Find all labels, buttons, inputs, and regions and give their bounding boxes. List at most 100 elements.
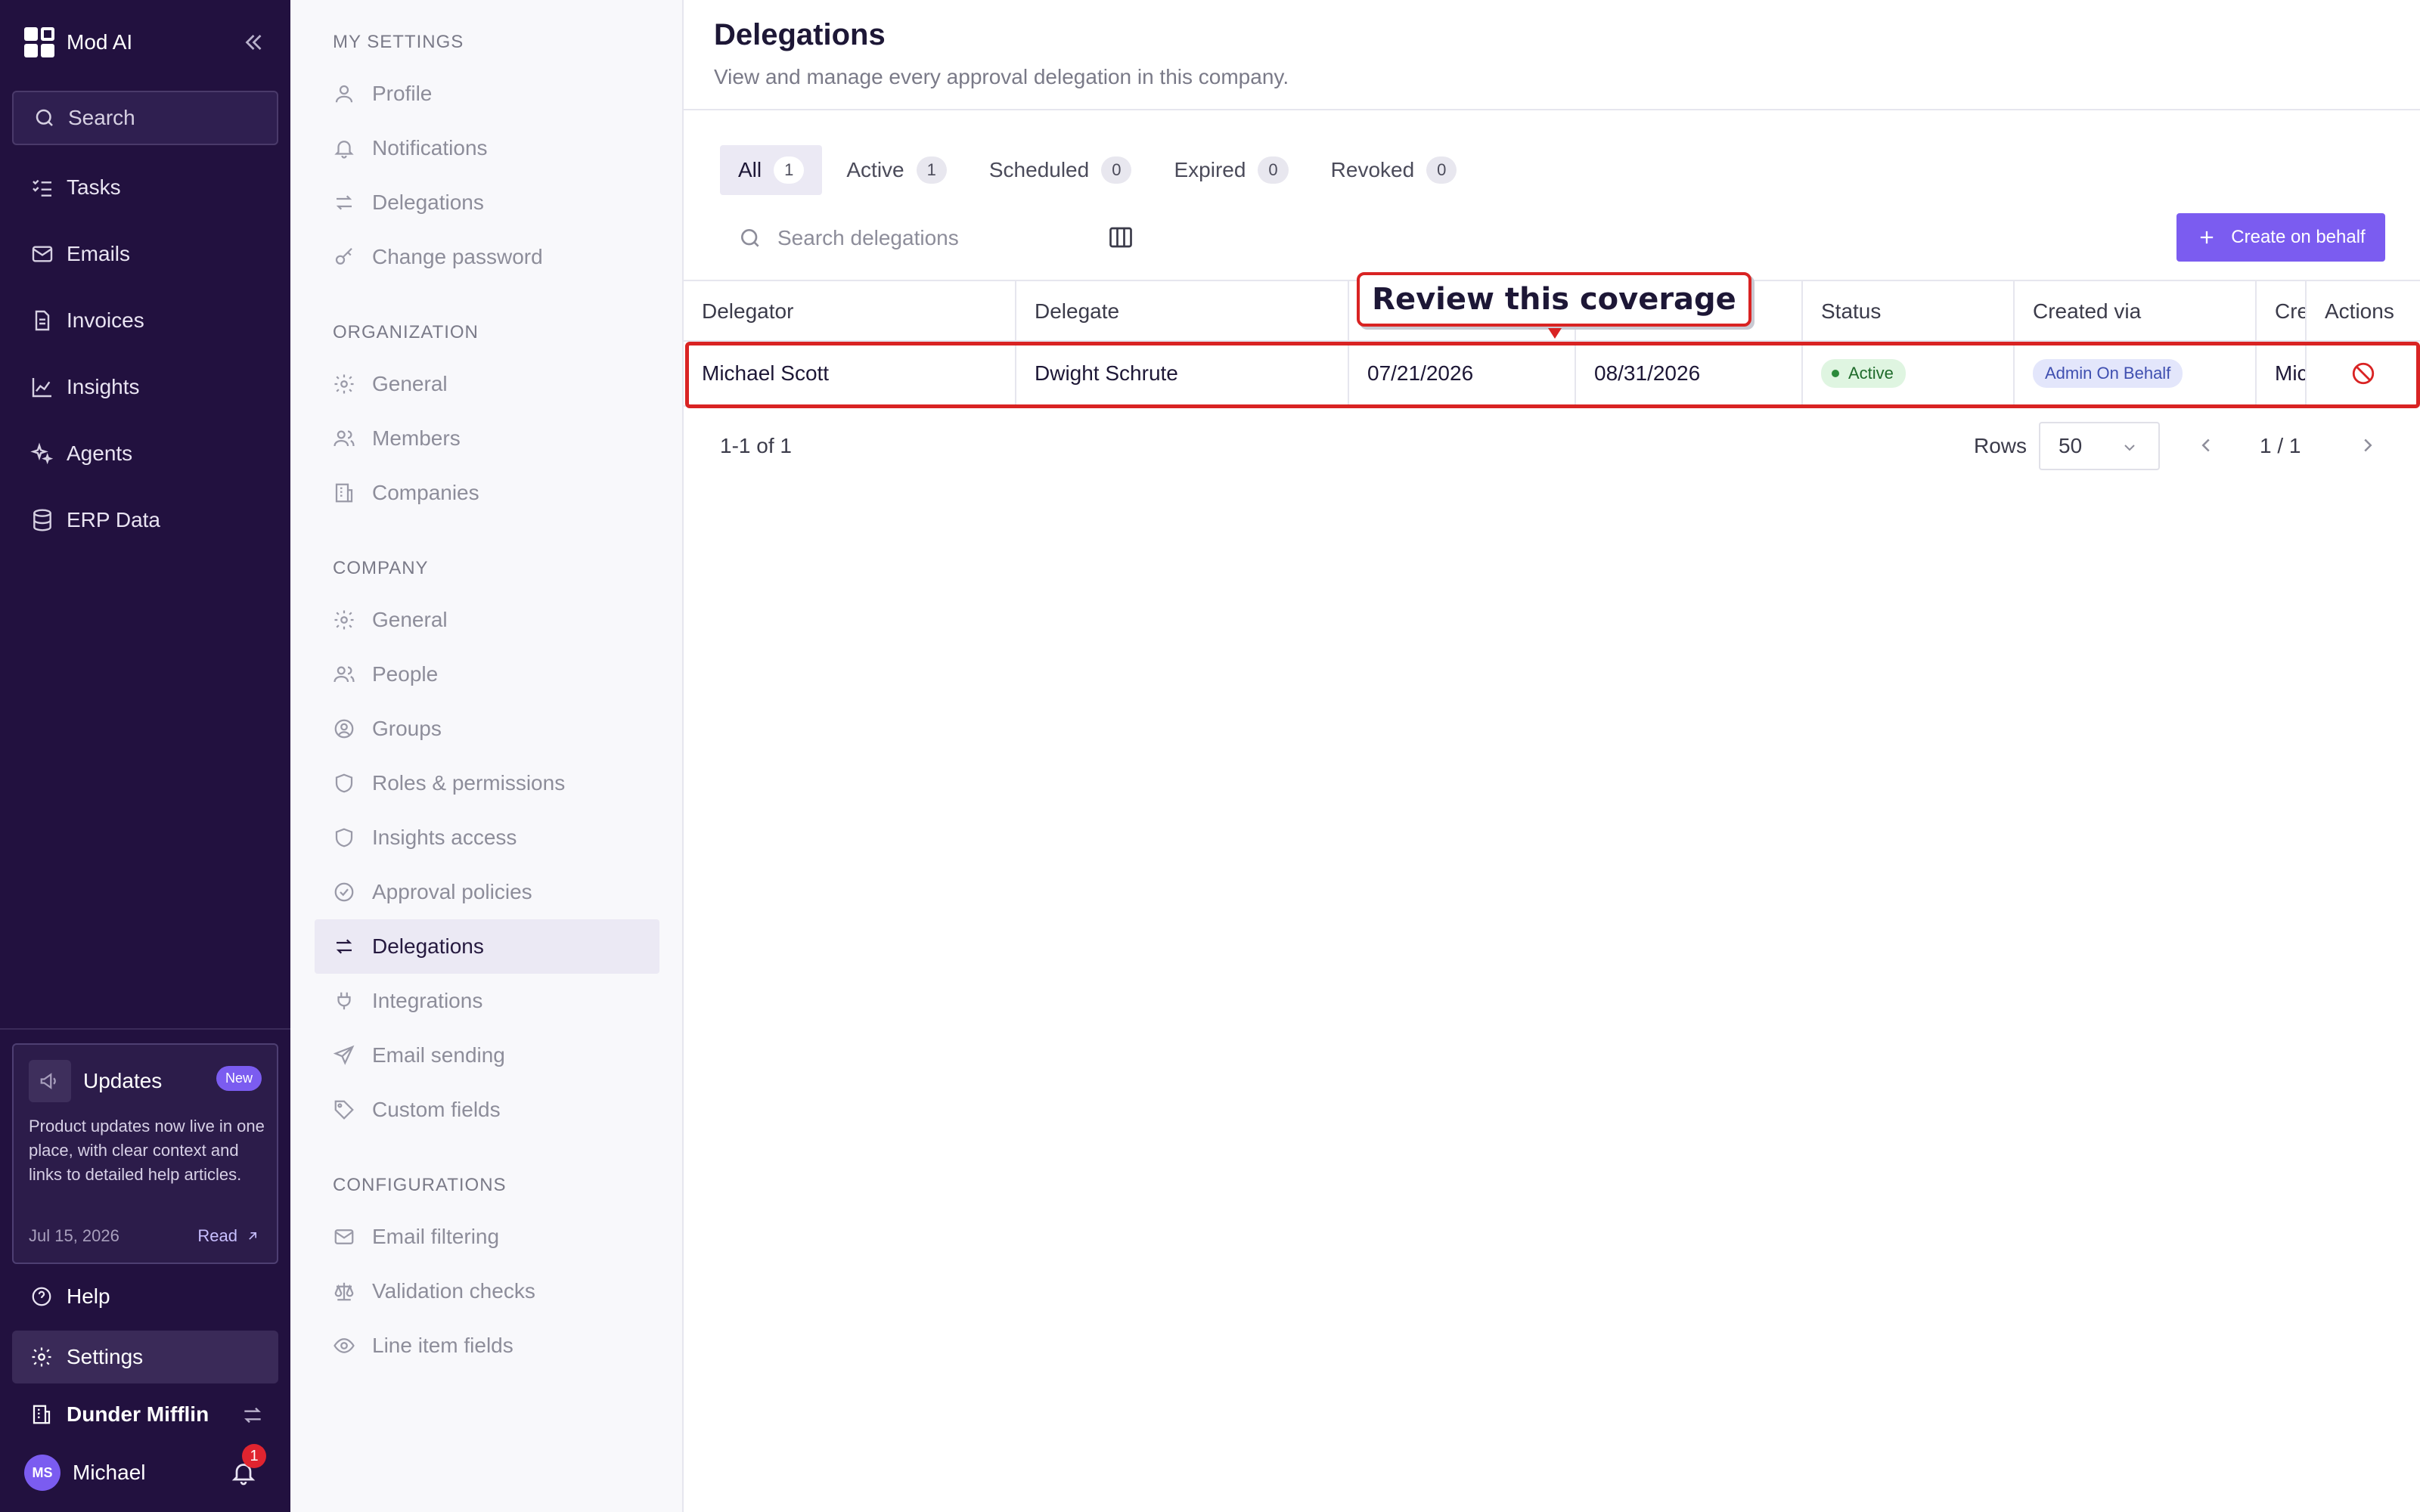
settings-item-line-item-fields[interactable]: Line item fields: [315, 1318, 659, 1373]
user-profile[interactable]: MS Michael 1: [24, 1444, 266, 1492]
chevron-right-icon[interactable]: [2356, 434, 2379, 457]
column-created-by[interactable]: Cre: [2257, 281, 2307, 342]
sidebar-item-label: ERP Data: [67, 508, 160, 531]
settings-item-label: Line item fields: [372, 1334, 513, 1357]
app-root: Mod AI Search Tasks Emails Invoices Insi…: [0, 0, 2420, 1512]
tab-active[interactable]: Active 1: [828, 145, 965, 195]
tab-label: All: [738, 158, 762, 181]
brand: Mod AI: [24, 27, 266, 57]
column-created-via[interactable]: Created via: [2015, 281, 2257, 342]
chevron-left-icon[interactable]: [2195, 434, 2217, 457]
sidebar-item-label: Insights: [67, 375, 140, 398]
settings-item-custom-fields[interactable]: Custom fields: [315, 1083, 659, 1137]
section-title-company: COMPANY: [333, 558, 429, 578]
company-switcher[interactable]: Dunder Mifflin: [30, 1396, 265, 1433]
settings-item-companies[interactable]: Companies: [315, 466, 659, 520]
gear-icon: [334, 610, 354, 630]
tab-expired[interactable]: Expired 0: [1156, 145, 1306, 195]
settings-item-notifications[interactable]: Notifications: [315, 121, 659, 175]
delegations-search[interactable]: Search delegations: [738, 219, 959, 257]
eye-icon: [334, 1338, 355, 1353]
settings-item-email-filtering[interactable]: Email filtering: [315, 1210, 659, 1264]
settings-item-label: Validation checks: [372, 1279, 535, 1303]
sparkle-icon: [30, 442, 54, 465]
send-icon: [333, 1045, 355, 1065]
tab-all[interactable]: All 1: [720, 145, 823, 195]
bell-icon: [334, 141, 354, 159]
settings-item-label: Integrations: [372, 989, 483, 1012]
review-callout: Review this coverage: [1357, 272, 1751, 327]
settings-item-groups[interactable]: Groups: [315, 702, 659, 756]
settings-item-email-sending[interactable]: Email sending: [315, 1028, 659, 1083]
sidebar-item-agents[interactable]: Agents: [30, 432, 132, 475]
settings-item-label: Email filtering: [372, 1225, 500, 1248]
rows-per-page-select[interactable]: 50: [2039, 422, 2160, 470]
settings-item-label: Delegations: [372, 191, 484, 214]
settings-item-my-delegations[interactable]: Delegations: [315, 175, 659, 230]
updates-card: Updates New Product updates now live in …: [12, 1043, 278, 1264]
updates-read-link[interactable]: Read: [197, 1226, 260, 1246]
user-icon: [335, 85, 353, 103]
section-title-my-settings: MY SETTINGS: [333, 32, 464, 52]
shield-icon: [335, 828, 353, 847]
sidebar-item-invoices[interactable]: Invoices: [30, 299, 144, 342]
collapse-sidebar-icon[interactable]: [239, 29, 266, 56]
search-placeholder: Search delegations: [777, 226, 959, 249]
settings-item-delegations[interactable]: Delegations: [315, 919, 659, 974]
search-icon: [741, 229, 759, 247]
sidebar-help[interactable]: Help: [12, 1270, 278, 1323]
settings-item-insights-access[interactable]: Insights access: [315, 810, 659, 865]
columns-icon[interactable]: [1107, 224, 1134, 251]
megaphone-icon: [29, 1060, 71, 1102]
switch-arrows-icon[interactable]: [240, 1403, 265, 1427]
settings-item-label: Custom fields: [372, 1098, 501, 1121]
tab-count: 0: [1426, 156, 1457, 184]
settings-item-org-general[interactable]: General: [315, 357, 659, 411]
tab-scheduled[interactable]: Scheduled 0: [971, 145, 1150, 195]
settings-item-label: Profile: [372, 82, 433, 105]
settings-item-members[interactable]: Members: [315, 411, 659, 466]
create-label: Create on behalf: [2231, 227, 2366, 247]
sidebar-item-emails[interactable]: Emails: [30, 233, 130, 275]
key-icon: [335, 247, 352, 265]
settings-item-approval-policies[interactable]: Approval policies: [315, 865, 659, 919]
building-icon: [335, 483, 353, 503]
status-tabs: All 1 Active 1 Scheduled 0 Expired 0 Rev…: [720, 145, 1481, 195]
notification-count-badge: 1: [242, 1444, 266, 1468]
tag-icon: [334, 1100, 354, 1120]
settings-item-profile[interactable]: Profile: [315, 67, 659, 121]
tab-count: 0: [1258, 156, 1289, 184]
sidebar-settings[interactable]: Settings: [12, 1331, 278, 1383]
company-name: Dunder Mifflin: [67, 1402, 209, 1426]
sidebar-item-tasks[interactable]: Tasks: [30, 166, 121, 209]
settings-item-label: Insights access: [372, 826, 517, 849]
tab-revoked[interactable]: Revoked 0: [1313, 145, 1475, 195]
settings-item-roles[interactable]: Roles & permissions: [315, 756, 659, 810]
create-on-behalf-button[interactable]: Create on behalf: [2176, 213, 2385, 262]
settings-item-people[interactable]: People: [315, 647, 659, 702]
sidebar-search[interactable]: Search: [12, 91, 278, 145]
avatar: MS: [24, 1455, 60, 1491]
settings-item-validation-checks[interactable]: Validation checks: [315, 1264, 659, 1318]
settings-item-label: Email sending: [372, 1043, 505, 1067]
sidebar-item-erp-data[interactable]: ERP Data: [30, 499, 160, 541]
tab-label: Active: [846, 158, 904, 181]
settings-item-company-general[interactable]: General: [315, 593, 659, 647]
tab-label: Scheduled: [988, 158, 1090, 181]
sidebar-item-insights[interactable]: Insights: [30, 366, 140, 408]
column-status[interactable]: Status: [1803, 281, 2015, 342]
mail-icon: [32, 246, 53, 262]
settings-item-change-password[interactable]: Change password: [315, 230, 659, 284]
mail-icon: [334, 1229, 354, 1244]
tasks-icon: [33, 179, 51, 197]
app-name: Mod AI: [67, 30, 133, 54]
settings-item-label: Groups: [372, 717, 442, 740]
help-icon: [32, 1287, 51, 1306]
user-name: Michael: [73, 1461, 146, 1484]
column-delegate[interactable]: Delegate: [1016, 281, 1349, 342]
settings-item-label: Notifications: [372, 136, 488, 160]
help-label: Help: [67, 1284, 110, 1308]
updates-body: Product updates now live in one place, w…: [29, 1117, 265, 1184]
column-delegator[interactable]: Delegator: [684, 281, 1016, 342]
settings-item-integrations[interactable]: Integrations: [315, 974, 659, 1028]
